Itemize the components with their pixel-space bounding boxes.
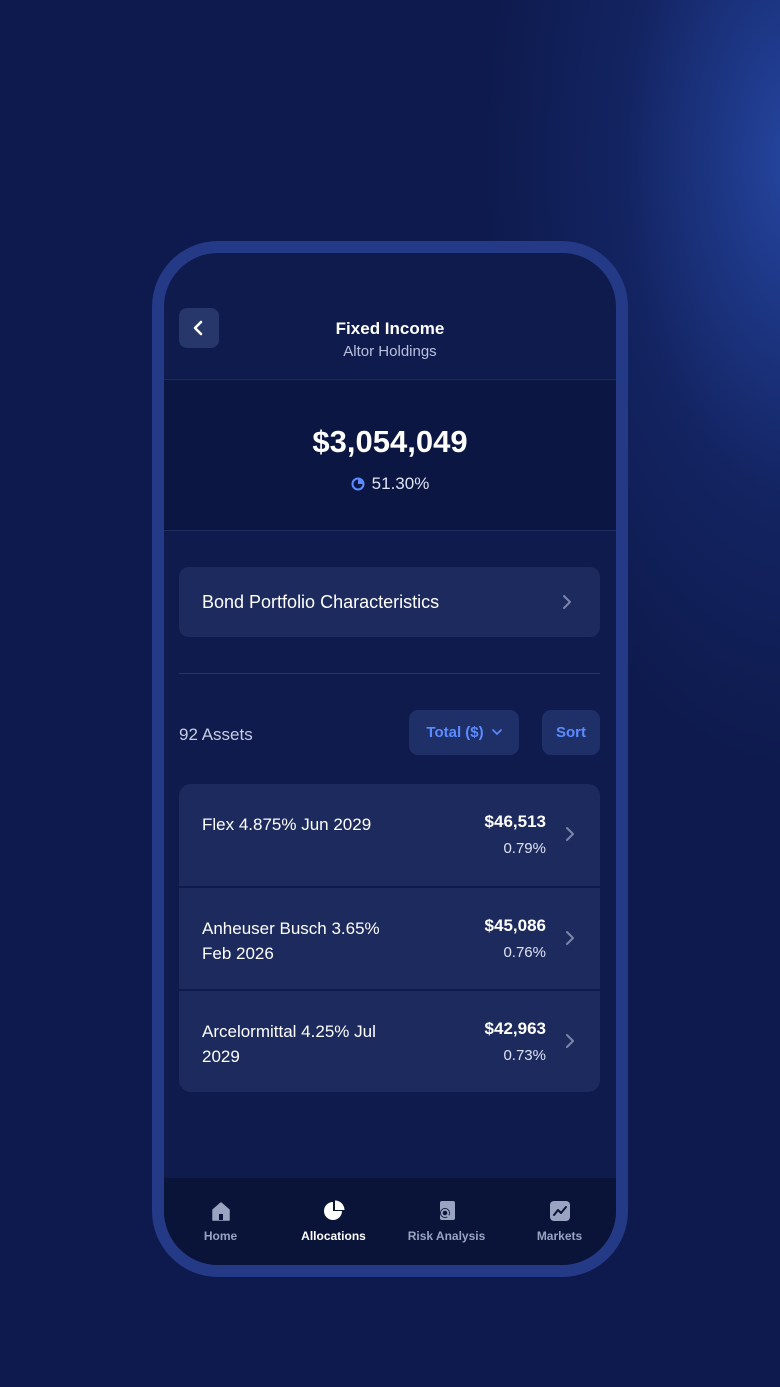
bond-characteristics-label: Bond Portfolio Characteristics xyxy=(202,591,440,612)
page-title: Fixed Income xyxy=(335,319,445,338)
sort-button[interactable]: Sort xyxy=(542,710,600,755)
pie-chart-icon xyxy=(351,477,365,491)
tab-label: Allocations xyxy=(301,1229,366,1243)
asset-percent: 0.76% xyxy=(503,944,546,961)
tab-label: Risk Analysis xyxy=(407,1229,486,1243)
chevron-right-icon xyxy=(566,931,574,945)
allocation-percent: 51.30% xyxy=(371,474,430,493)
asset-percent: 0.79% xyxy=(503,840,546,857)
header: Fixed Income Altor Holdings xyxy=(164,253,616,379)
assets-count: 92 Assets xyxy=(179,725,253,744)
markets-chart-icon xyxy=(547,1198,573,1224)
asset-percent: 0.73% xyxy=(503,1047,546,1064)
summary-panel: $3,054,049 51.30% xyxy=(164,379,616,531)
tab-risk-analysis[interactable]: Risk Analysis xyxy=(390,1178,503,1265)
app-screen: Fixed Income Altor Holdings $3,054,049 5… xyxy=(164,253,616,1265)
allocation-line: 51.30% xyxy=(164,474,616,494)
section-divider xyxy=(179,673,600,674)
risk-analysis-icon xyxy=(434,1198,460,1224)
phone-frame: Fixed Income Altor Holdings $3,054,049 5… xyxy=(152,241,628,1277)
asset-row[interactable]: Anheuser Busch 3.65% Feb 2026 $45,086 0.… xyxy=(179,886,600,989)
asset-name: Flex 4.875% Jun 2029 xyxy=(202,815,372,834)
chevron-right-icon xyxy=(562,594,572,610)
page-subtitle: Altor Holdings xyxy=(343,343,437,360)
asset-value: $42,963 xyxy=(484,1019,546,1038)
sort-label: Sort xyxy=(556,724,586,741)
asset-value: $45,086 xyxy=(484,916,546,935)
chevron-down-icon xyxy=(491,729,502,735)
home-icon xyxy=(208,1198,234,1224)
total-dropdown-button[interactable]: Total ($) xyxy=(409,710,519,755)
total-value: $3,054,049 xyxy=(312,424,468,459)
asset-row[interactable]: Flex 4.875% Jun 2029 $46,513 0.79% xyxy=(179,784,600,886)
asset-name: Anheuser Busch 3.65% Feb 2026 xyxy=(202,919,380,963)
asset-value: $46,513 xyxy=(484,812,546,831)
tab-markets[interactable]: Markets xyxy=(503,1178,616,1265)
tab-allocations[interactable]: Allocations xyxy=(277,1178,390,1265)
asset-name: Arcelormittal 4.25% Jul 2029 xyxy=(202,1022,376,1066)
chevron-right-icon xyxy=(566,827,574,841)
asset-list: Flex 4.875% Jun 2029 $46,513 0.79% Anheu… xyxy=(179,784,600,1092)
tab-label: Home xyxy=(203,1229,238,1243)
asset-row[interactable]: Arcelormittal 4.25% Jul 2029 $42,963 0.7… xyxy=(179,989,600,1092)
tab-label: Markets xyxy=(536,1229,583,1243)
pie-chart-icon xyxy=(321,1198,347,1224)
chevron-right-icon xyxy=(566,1034,574,1048)
bond-characteristics-card[interactable]: Bond Portfolio Characteristics xyxy=(179,567,600,637)
total-dropdown-label: Total ($) xyxy=(426,724,484,741)
tab-home[interactable]: Home xyxy=(164,1178,277,1265)
bottom-tab-bar: Home Allocations Risk Analysis Markets xyxy=(164,1178,616,1265)
